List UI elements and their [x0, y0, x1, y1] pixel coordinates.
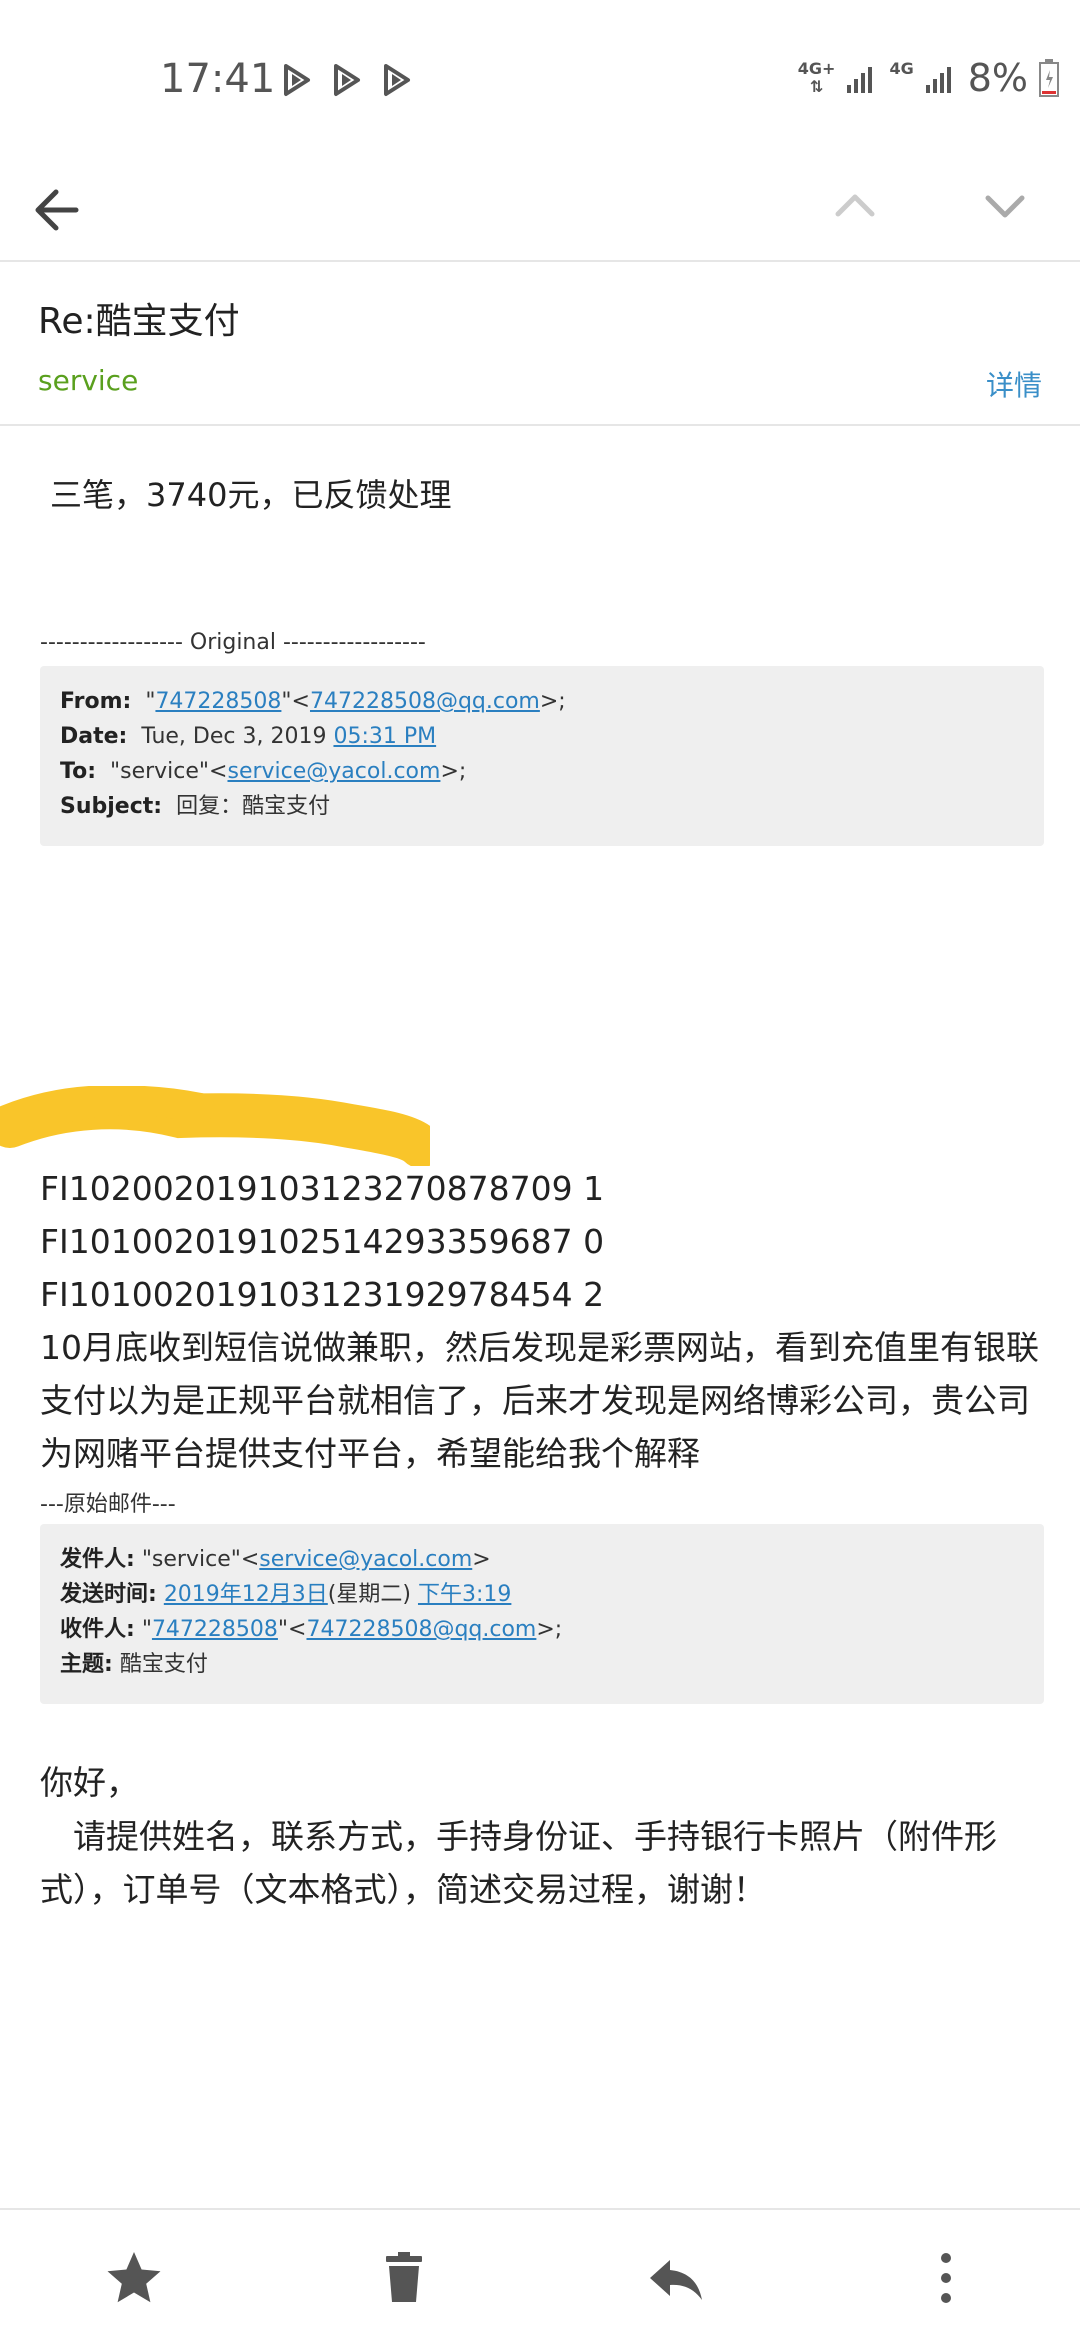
arrow-left-icon[interactable]	[30, 170, 90, 250]
cn-original-separator: ---原始邮件---	[40, 1492, 176, 1517]
reply-text: 三笔，3740元，已反馈处理	[50, 476, 452, 514]
battery-icon	[1039, 59, 1059, 97]
email-subject: Re:酷宝支付	[38, 301, 240, 342]
media-play-icon	[284, 64, 310, 96]
toolbar	[0, 160, 1080, 260]
trash-icon[interactable]	[372, 2246, 436, 2310]
cn-to-email-link[interactable]: 747228508@qq.com	[306, 1617, 536, 1642]
data-arrows-icon: ⇅	[809, 77, 824, 96]
body-divider	[0, 424, 1080, 426]
quote-subject-line: Subject: 回复：酷宝支付	[60, 794, 331, 819]
cn-quote-time-line: 发送时间: 2019年12月3日(星期二) 下午3:19	[60, 1582, 512, 1607]
status-bar: 17:41 4G+ ⇅ 4G 8%	[0, 0, 1080, 160]
to-email-link[interactable]: service@yacol.com	[227, 759, 440, 784]
quote-to-line: To: "service"<service@yacol.com>;	[60, 759, 467, 784]
from-name-link[interactable]: 747228508	[155, 689, 281, 714]
quote-date-line: Date: Tue, Dec 3, 2019 05:31 PM	[60, 724, 437, 749]
order-number: FI102002019103123270878709 1	[40, 1169, 605, 1208]
star-icon[interactable]	[102, 2246, 166, 2310]
original-separator: ------------------ Original ------------…	[40, 630, 426, 655]
media-play-icon	[384, 64, 410, 96]
cn-quote-subject-line: 主题: 酷宝支付	[60, 1652, 208, 1677]
bottom-action-bar	[0, 2208, 1080, 2340]
order-number: FI101002019102514293359687 0	[40, 1222, 605, 1261]
redaction-scribble	[0, 1086, 430, 1166]
cn-original-quote-box: 发件人: "service"<service@yacol.com> 发送时间: …	[40, 1524, 1044, 1704]
cn-quote-from-line: 发件人: "service"<service@yacol.com>	[60, 1547, 491, 1572]
signal-strength-icon	[925, 67, 951, 93]
reply-icon[interactable]	[644, 2246, 708, 2310]
cn-to-name-link[interactable]: 747228508	[152, 1617, 278, 1642]
request-text: 请提供姓名，联系方式，手持身份证、手持银行卡照片（附件形式），订单号（文本格式）…	[40, 1817, 997, 1909]
date-time-link[interactable]: 05:31 PM	[333, 724, 436, 749]
network-4g-indicator: 4G	[889, 59, 914, 78]
order-numbers: FI102002019103123270878709 1 FI101002019…	[40, 1162, 1044, 1321]
media-play-icon	[334, 64, 360, 96]
cn-date-link[interactable]: 2019年12月3日	[164, 1582, 328, 1607]
status-indicators: 4G+ ⇅ 4G 8%	[798, 56, 1060, 100]
complaint-text: 10月底收到短信说做兼职，然后发现是彩票网站，看到充值里有银联支付以为是正规平台…	[40, 1328, 1039, 1473]
sender-name[interactable]: service	[38, 364, 138, 397]
quote-from-line: From: "747228508"<747228508@qq.com>;	[60, 689, 566, 714]
network-4g-plus-indicator: 4G+ ⇅	[797, 59, 836, 96]
more-vertical-icon[interactable]	[914, 2246, 978, 2310]
cn-quote-to-line: 收件人: "747228508"<747228508@qq.com>;	[60, 1617, 563, 1642]
battery-percentage: 8%	[967, 56, 1028, 100]
original-quote-box: From: "747228508"<747228508@qq.com>; Dat…	[40, 666, 1044, 846]
order-number: FI101002019103123192978454 2	[40, 1275, 605, 1314]
chevron-down-icon[interactable]	[980, 176, 1030, 236]
cn-time-link[interactable]: 下午3:19	[418, 1582, 511, 1607]
header-divider	[0, 260, 1080, 262]
cn-from-email-link[interactable]: service@yacol.com	[259, 1547, 472, 1572]
chevron-up-icon[interactable]	[830, 176, 880, 236]
from-email-link[interactable]: 747228508@qq.com	[310, 689, 540, 714]
status-time: 17:41	[160, 56, 276, 102]
signal-strength-icon	[847, 67, 873, 93]
greeting-text: 你好，	[40, 1763, 139, 1802]
details-link[interactable]: 详情	[986, 364, 1042, 404]
